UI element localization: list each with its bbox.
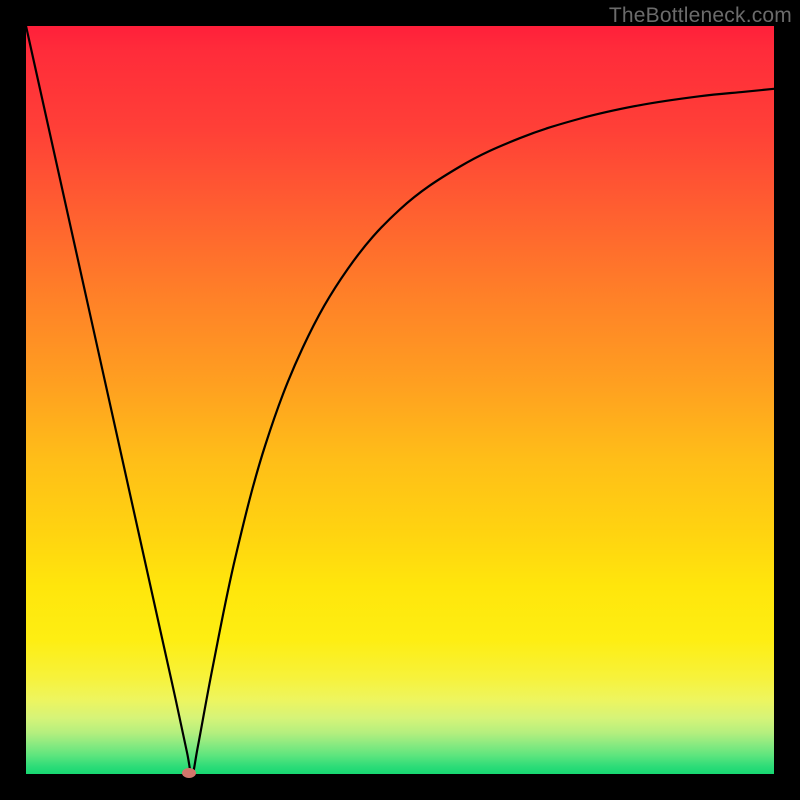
curve-svg	[26, 26, 774, 774]
bottleneck-curve	[26, 26, 774, 774]
watermark-text: TheBottleneck.com	[609, 4, 792, 28]
chart-frame: TheBottleneck.com	[0, 0, 800, 800]
min-marker	[182, 768, 196, 778]
plot-area	[26, 26, 774, 774]
